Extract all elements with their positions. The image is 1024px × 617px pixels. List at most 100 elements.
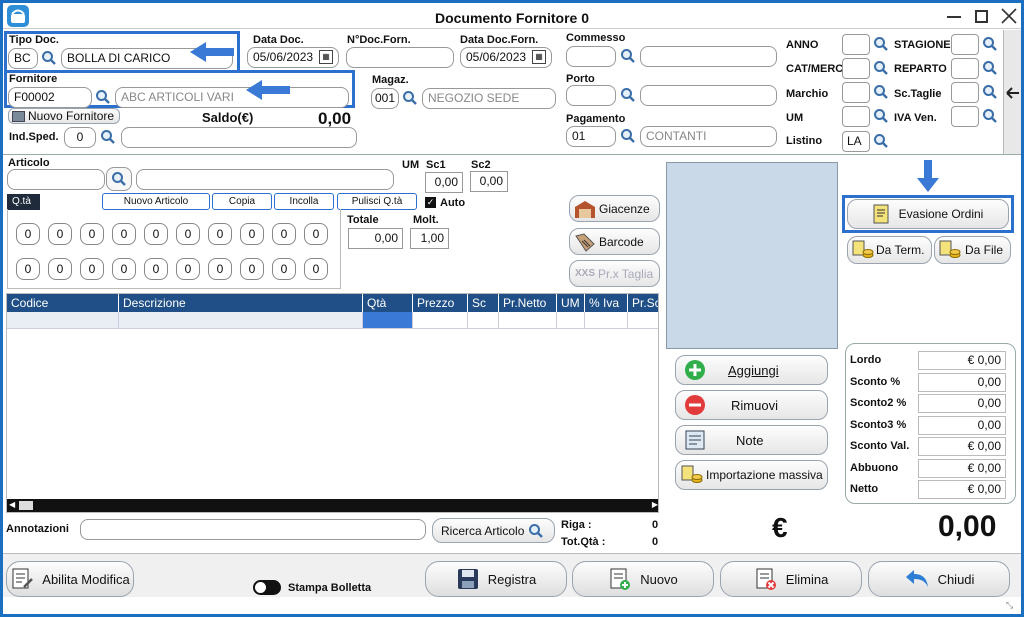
row1-qty-field[interactable]: 0 <box>144 223 168 245</box>
copia-button[interactable]: Copia <box>212 193 272 210</box>
row1-qty-field[interactable]: 0 <box>240 223 264 245</box>
row1-qty-field[interactable]: 0 <box>272 223 296 245</box>
articolo-desc-field[interactable] <box>136 169 394 190</box>
qta-tab[interactable]: Q.tà <box>7 194 40 210</box>
table-cell[interactable] <box>499 312 557 329</box>
search-icon[interactable] <box>93 87 113 107</box>
auto-checkbox[interactable]: ✓ <box>425 197 436 208</box>
row1-qty-field[interactable]: 0 <box>304 223 328 245</box>
minimize-icon[interactable] <box>947 16 961 18</box>
horizontal-scrollbar[interactable]: ◀ ▶ <box>7 499 658 512</box>
nuovo-articolo-button[interactable]: Nuovo Articolo <box>102 193 210 210</box>
giacenze-button[interactable]: Giacenze <box>569 195 660 222</box>
row2-qty-field[interactable]: 0 <box>272 258 296 280</box>
molt-field[interactable]: 1,00 <box>410 228 449 249</box>
sc1-field[interactable]: 0,00 <box>425 172 463 193</box>
search-icon[interactable] <box>39 48 59 68</box>
search-icon[interactable] <box>980 58 1000 78</box>
table-cell[interactable] <box>628 312 658 329</box>
stagione-field[interactable] <box>951 34 979 55</box>
search-icon[interactable] <box>871 82 891 102</box>
totals-value[interactable]: 0,00 <box>918 372 1006 392</box>
search-icon[interactable] <box>400 88 420 108</box>
column-header[interactable]: Pr.Netto <box>499 294 557 312</box>
maximize-icon[interactable] <box>975 10 988 23</box>
fornitore-code-field[interactable]: F00002 <box>8 87 92 108</box>
commesso-code-field[interactable] <box>566 46 616 67</box>
totals-value[interactable]: 0,00 <box>918 394 1006 413</box>
column-header[interactable]: UM <box>557 294 585 312</box>
da-file-button[interactable]: Da File <box>934 236 1011 264</box>
search-icon[interactable] <box>871 58 891 78</box>
prx-taglia-button[interactable]: XXS Pr.x Taglia <box>569 260 660 287</box>
scroll-left-icon[interactable]: ◀ <box>9 500 15 509</box>
search-icon[interactable] <box>871 131 891 151</box>
table-cell[interactable] <box>557 312 585 329</box>
column-header[interactable]: Codice <box>7 294 119 312</box>
search-icon[interactable] <box>98 127 118 147</box>
evasione-ordini-button[interactable]: Evasione Ordini <box>847 199 1009 229</box>
search-icon[interactable] <box>618 126 638 146</box>
nuovo-fornitore-button[interactable]: Nuovo Fornitore <box>8 108 120 124</box>
search-icon[interactable] <box>871 34 891 54</box>
table-cell[interactable] <box>585 312 628 329</box>
scroll-right-icon[interactable]: ▶ <box>652 500 658 509</box>
stampa-bolletta-toggle[interactable] <box>253 580 281 595</box>
totals-value[interactable]: € 0,00 <box>918 437 1006 456</box>
note-button[interactable]: Note <box>675 425 828 455</box>
search-icon[interactable] <box>980 34 1000 54</box>
pulisci-qta-button[interactable]: Pulisci Q.tà <box>337 193 417 210</box>
table-cell[interactable] <box>468 312 499 329</box>
row2-qty-field[interactable]: 0 <box>176 258 200 280</box>
ind-sped-code-field[interactable]: 0 <box>64 127 96 148</box>
table-cell[interactable] <box>119 312 363 329</box>
importazione-massiva-button[interactable]: Importazione massiva <box>675 460 828 490</box>
incolla-button[interactable]: Incolla <box>274 193 334 210</box>
row1-qty-field[interactable]: 0 <box>80 223 104 245</box>
totals-value[interactable]: € 0,00 <box>918 458 1006 478</box>
row1-qty-field[interactable]: 0 <box>176 223 200 245</box>
commesso-desc-field[interactable] <box>640 46 777 67</box>
barcode-button[interactable]: Barcode <box>569 228 660 255</box>
column-header[interactable]: Descrizione <box>119 294 363 312</box>
nuovo-button[interactable]: Nuovo <box>572 561 714 597</box>
anno-field[interactable] <box>842 34 870 55</box>
da-term-button[interactable]: Da Term. <box>847 236 932 264</box>
row2-qty-field[interactable]: 0 <box>112 258 136 280</box>
column-header[interactable]: Sc <box>468 294 499 312</box>
calendar-icon[interactable]: ▦ <box>532 50 546 64</box>
elimina-button[interactable]: Elimina <box>720 561 862 597</box>
um-filter-field[interactable] <box>842 106 870 127</box>
row2-qty-field[interactable]: 0 <box>304 258 328 280</box>
abilita-modifica-button[interactable]: Abilita Modifica <box>6 561 134 597</box>
table-cell[interactable] <box>413 312 468 329</box>
row2-qty-field[interactable]: 0 <box>208 258 232 280</box>
row1-qty-field[interactable]: 0 <box>208 223 232 245</box>
listino-field[interactable]: LA <box>842 131 870 152</box>
row2-qty-field[interactable]: 0 <box>80 258 104 280</box>
annotazioni-field[interactable] <box>80 519 426 540</box>
column-header[interactable]: Pr.Sc <box>628 294 658 312</box>
fornitore-desc-field[interactable]: ABC ARTICOLI VARI <box>115 87 349 108</box>
rimuovi-button[interactable]: Rimuovi <box>675 390 828 420</box>
registra-button[interactable]: Registra <box>425 561 567 597</box>
row2-qty-field[interactable]: 0 <box>240 258 264 280</box>
row2-qty-field[interactable]: 0 <box>144 258 168 280</box>
side-panel-toggle[interactable] <box>1003 30 1021 154</box>
ind-sped-desc-field[interactable] <box>121 127 357 148</box>
search-icon[interactable] <box>618 46 638 66</box>
catmerc-field[interactable] <box>842 58 870 79</box>
column-header[interactable]: Prezzo <box>413 294 468 312</box>
iva-ven-field[interactable] <box>951 106 979 127</box>
porto-code-field[interactable] <box>566 85 616 106</box>
scrollbar-thumb[interactable] <box>19 501 33 510</box>
row1-qty-field[interactable]: 0 <box>112 223 136 245</box>
pagamento-desc-field[interactable]: CONTANTI <box>640 126 777 147</box>
calendar-icon[interactable]: ▦ <box>319 50 333 64</box>
row2-qty-field[interactable]: 0 <box>48 258 72 280</box>
porto-desc-field[interactable] <box>640 85 777 106</box>
column-header[interactable]: % Iva <box>585 294 628 312</box>
search-icon[interactable] <box>618 85 638 105</box>
totals-value[interactable]: 0,00 <box>918 415 1006 435</box>
reparto-field[interactable] <box>951 58 979 79</box>
